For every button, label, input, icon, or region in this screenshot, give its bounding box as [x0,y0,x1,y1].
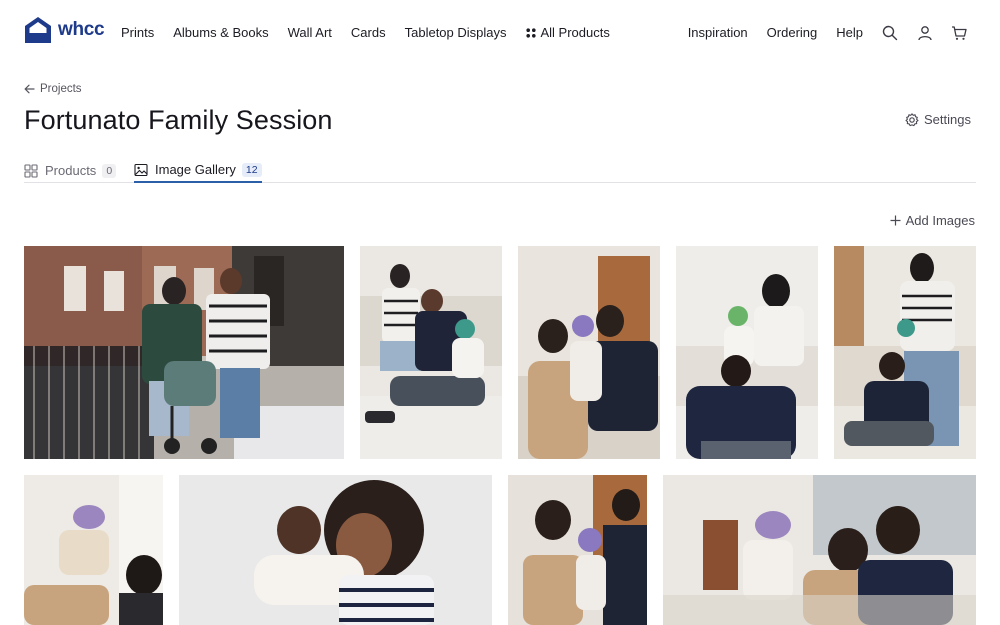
dots-grid-icon [525,27,536,38]
user-icon[interactable] [917,25,933,41]
logo-house-icon [25,17,51,43]
search-icon[interactable] [882,25,898,41]
nav-ordering[interactable]: Ordering [767,25,818,40]
brand-name: whcc [58,19,105,40]
photo-father-lifting-baby [24,475,163,625]
cart-icon[interactable] [951,25,967,41]
gallery-photo[interactable] [508,475,647,625]
nav-tabletop-displays[interactable]: Tabletop Displays [405,25,507,40]
photo-family-floor-baby [360,246,502,459]
settings-button[interactable]: Settings [905,112,971,127]
photo-mother-holding-baby [179,475,492,625]
back-to-projects-link[interactable]: Projects [24,83,82,95]
nav-cards[interactable]: Cards [351,25,386,40]
image-icon [134,163,148,176]
breadcrumb-label: Projects [40,83,82,95]
gallery-photo[interactable] [518,246,660,459]
tab-products[interactable]: Products 0 [24,158,117,183]
nav-prints[interactable]: Prints [121,25,154,40]
page-title: Fortunato Family Session [24,105,333,135]
nav-albums-books[interactable]: Albums & Books [173,25,268,40]
gallery-photo[interactable] [179,475,492,625]
gallery-photo[interactable] [24,475,163,625]
tab-products-count-badge: 0 [102,163,117,178]
project-tabs: Products 0 Image Gallery 12 [24,152,976,183]
nav-wall-art[interactable]: Wall Art [288,25,332,40]
photo-family-playing-rug [834,246,976,459]
add-images-label: Add Images [905,213,975,228]
gallery-photo[interactable] [834,246,976,459]
settings-label: Settings [924,112,971,127]
photo-family-street-stroller [24,246,344,459]
photo-father-baby-shoulders [676,246,818,459]
top-navigation-bar: whcc Prints Albums & Books Wall Art Card… [0,0,1000,66]
gallery-photo[interactable] [360,246,502,459]
add-images-button[interactable]: Add Images [890,213,975,228]
nav-inspiration[interactable]: Inspiration [688,25,748,40]
photo-parents-holding-baby-couch [518,246,660,459]
gear-icon [905,112,919,126]
plus-icon [890,215,901,226]
gallery-photo[interactable] [24,246,344,459]
nav-all-products-label: All Products [540,25,610,40]
arrow-left-icon [24,84,35,94]
brand-logo[interactable]: whcc [24,16,105,44]
nav-help[interactable]: Help [836,25,863,40]
tab-image-gallery-count-badge: 12 [241,162,262,177]
tab-products-label: Products [45,163,97,178]
tab-image-gallery-label: Image Gallery [155,162,236,177]
gallery-photo[interactable] [663,475,976,625]
tab-image-gallery[interactable]: Image Gallery 12 [134,158,262,183]
grid-icon [24,163,38,178]
secondary-nav: Inspiration Ordering Help [669,25,863,40]
gallery-photo[interactable] [676,246,818,459]
photo-parents-smiling-baby [508,475,647,625]
nav-all-products[interactable]: All Products [525,25,610,40]
primary-nav: Prints Albums & Books Wall Art Cards Tab… [121,25,629,40]
photo-family-together-baby [663,475,976,625]
